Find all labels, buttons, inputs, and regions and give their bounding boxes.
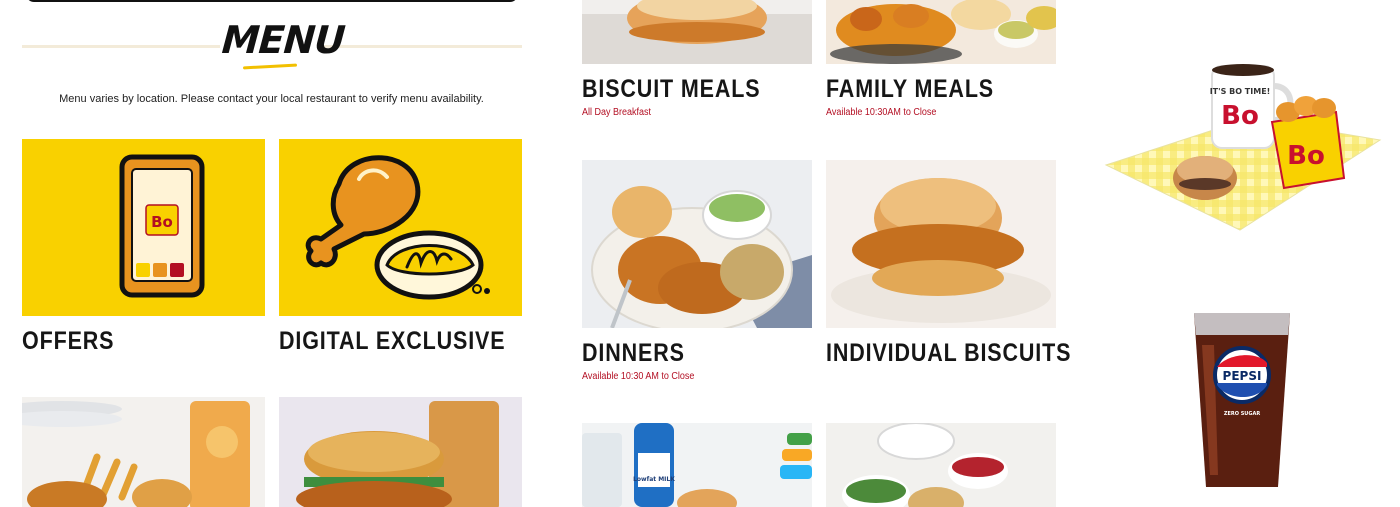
dinners-image [591, 186, 812, 328]
digital-exclusive-title[interactable]: DIGITAL EXCLUSIVE [279, 327, 505, 356]
chicken-sandwich-image [296, 401, 499, 507]
menu-availability-notice: Menu varies by location. Please contact … [59, 93, 484, 105]
biscuit-meals-subtitle: All Day Breakfast [582, 107, 652, 118]
family-meals-image [830, 0, 1056, 64]
offers-title[interactable]: OFFERS [22, 327, 114, 356]
biscuit-meals-image [582, 0, 812, 64]
dinners-title[interactable]: DINNERS [582, 339, 685, 368]
pepsi-drink[interactable]: PEPSI ZERO SUGAR [1188, 305, 1296, 493]
its-bo-time-text: IT'S BO TIME! [1210, 87, 1271, 96]
individual-biscuits-photo[interactable] [826, 160, 1056, 328]
pepsi-zero-sugar-text: ZERO SUGAR [1224, 411, 1261, 417]
dinners-photo[interactable] [582, 160, 812, 328]
menu-divider-right [322, 45, 522, 48]
menu-title-underline [242, 63, 298, 70]
bo-time-promo-image: IT'S BO TIME! Bo Bo [1104, 64, 1382, 231]
family-meals-photo[interactable] [826, 0, 1056, 64]
app-logo: Bo [151, 213, 173, 231]
biscuit-meals-photo[interactable] [582, 0, 812, 64]
offers-tile[interactable]: Bo [22, 139, 265, 316]
digital-exclusive-tile[interactable] [279, 139, 522, 316]
combo-photo[interactable] [22, 397, 265, 507]
sandwich-photo[interactable] [279, 397, 522, 507]
sides-image [842, 423, 1008, 507]
top-bar [26, 0, 518, 2]
kids-meal-image: Lowfat MILK [582, 423, 812, 507]
individual-biscuits-image [831, 178, 1051, 323]
phone-app-icon: Bo [119, 154, 205, 298]
chicken-biscuit-icon [305, 155, 490, 300]
kids-meal-photo[interactable]: Lowfat MILK [582, 423, 812, 507]
bo-time-promo[interactable]: IT'S BO TIME! Bo Bo [1100, 60, 1382, 235]
dinners-subtitle: Available 10:30 AM to Close [582, 371, 695, 382]
combo-meal-image [22, 401, 250, 507]
tater-box-logo: Bo [1287, 141, 1325, 171]
milk-label: Lowfat MILK [633, 476, 675, 483]
family-meals-subtitle: Available 10:30AM to Close [826, 107, 937, 118]
mug-logo: Bo [1221, 101, 1259, 131]
pepsi-cup-image: PEPSI ZERO SUGAR [1194, 313, 1290, 487]
individual-biscuits-title[interactable]: INDIVIDUAL BISCUITS [826, 339, 1071, 368]
pepsi-logo-text: PEPSI [1223, 369, 1262, 383]
sides-photo[interactable] [826, 423, 1056, 507]
family-meals-title[interactable]: FAMILY MEALS [826, 75, 994, 104]
biscuit-meals-title[interactable]: BISCUIT MEALS [582, 75, 760, 104]
menu-title: MENU [220, 18, 346, 62]
menu-divider-left [22, 45, 220, 48]
